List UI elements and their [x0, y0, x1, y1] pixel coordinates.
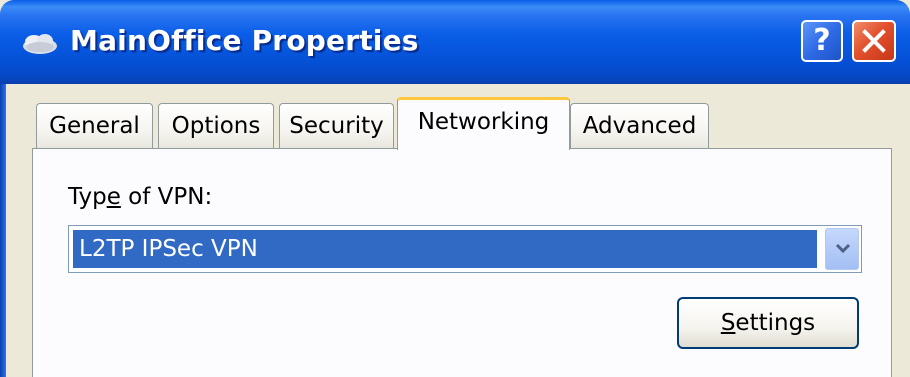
tab-options[interactable]: Options	[158, 103, 274, 148]
title-bar[interactable]: MainOffice Properties ?	[0, 0, 910, 84]
window-title: MainOffice Properties	[70, 24, 419, 57]
tab-label: Advanced	[582, 113, 697, 139]
tab-label: Security	[289, 113, 384, 139]
chevron-down-icon	[835, 243, 851, 254]
settings-button[interactable]: Settings	[677, 297, 859, 349]
window-border	[0, 84, 6, 377]
tab-security[interactable]: Security	[279, 103, 394, 148]
network-connection-icon	[20, 30, 60, 56]
tab-general[interactable]: General	[36, 103, 153, 148]
tab-advanced[interactable]: Advanced	[570, 103, 709, 148]
vpn-type-label: Type of VPN:	[68, 184, 213, 210]
vpn-type-dropdown[interactable]: L2TP IPSec VPN	[68, 225, 862, 273]
close-button[interactable]	[852, 20, 896, 62]
tab-label: General	[49, 113, 140, 139]
help-button[interactable]: ?	[801, 20, 843, 62]
dropdown-button[interactable]	[825, 228, 859, 270]
close-icon	[862, 29, 886, 53]
tab-label: Networking	[417, 109, 550, 135]
tab-networking[interactable]: Networking	[397, 97, 570, 150]
tab-label: Options	[171, 113, 261, 139]
help-icon: ?	[813, 23, 831, 58]
properties-dialog: MainOffice Properties ? General Options …	[0, 0, 910, 377]
vpn-type-selected-value: L2TP IPSec VPN	[73, 230, 817, 268]
